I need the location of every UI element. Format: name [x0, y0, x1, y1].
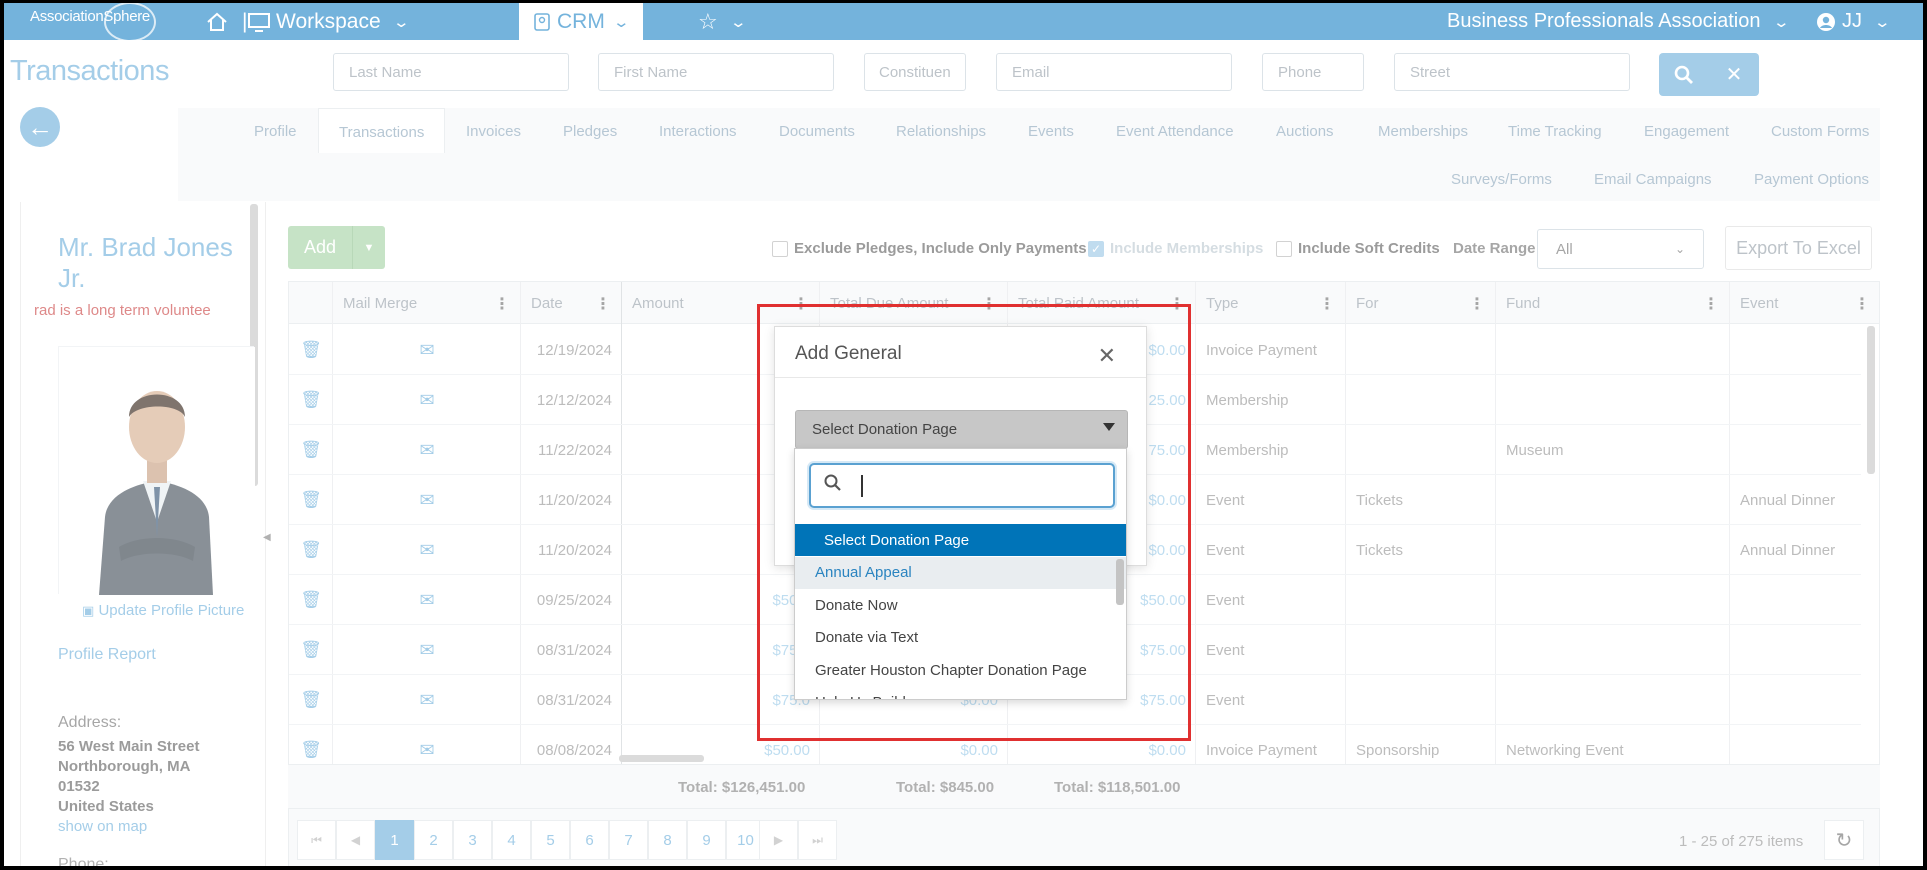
- chevron-down-icon: ⌄: [1771, 13, 1790, 31]
- user-initials: JJ: [1842, 10, 1862, 32]
- top-nav-bar: AssociationSphere | Workspace ⌄ CRM ⌄ ☆ …: [4, 2, 1923, 42]
- close-icon: ✕: [1097, 343, 1116, 368]
- dropdown-option[interactable]: Greater Houston Chapter Donation Page: [795, 654, 1126, 686]
- caret-down-icon: [1103, 423, 1115, 431]
- dropdown-option[interactable]: Annual Appeal: [795, 556, 1126, 589]
- donation-page-select[interactable]: Select Donation Page: [795, 410, 1128, 449]
- contact-card-icon: [534, 12, 550, 31]
- user-circle-icon: [1817, 12, 1835, 31]
- organization-name: Business Professionals Association: [1447, 10, 1761, 32]
- nav-divider: |: [242, 9, 248, 33]
- crm-menu[interactable]: CRM ⌄: [519, 3, 643, 40]
- home-icon: [207, 12, 227, 31]
- donation-page-select-value: Select Donation Page: [812, 421, 958, 438]
- user-menu[interactable]: JJ ⌄: [1816, 3, 1892, 40]
- chevron-down-icon: ⌄: [612, 13, 630, 31]
- dropdown-option[interactable]: Help Us Build: [795, 687, 1126, 699]
- dropdown-option[interactable]: Donate Now: [795, 589, 1126, 621]
- dialog-divider: [775, 377, 1146, 378]
- monitor-icon: [248, 12, 270, 32]
- dialog-title: Add General: [795, 343, 902, 364]
- logo-globe-icon: [104, 2, 156, 42]
- text-cursor: [861, 475, 863, 497]
- chevron-down-icon: ⌄: [729, 13, 747, 31]
- dropdown-scrollbar[interactable]: [1116, 559, 1124, 605]
- donation-page-dropdown-list: Select Donation Page Annual Appeal Donate …: [794, 448, 1127, 700]
- chevron-down-icon: ⌄: [392, 13, 410, 31]
- dropdown-option[interactable]: Donate via Text: [795, 622, 1126, 654]
- workspace-menu[interactable]: Workspace ⌄: [248, 3, 410, 40]
- workspace-label: Workspace: [276, 9, 381, 33]
- dropdown-option[interactable]: Select Donation Page: [795, 524, 1126, 556]
- close-dialog-button[interactable]: ✕: [1098, 343, 1116, 369]
- dropdown-search-input[interactable]: [809, 463, 1115, 508]
- star-icon: ☆: [698, 8, 718, 34]
- organization-menu[interactable]: Business Professionals Association ⌄: [1447, 3, 1790, 40]
- search-icon: [824, 474, 841, 491]
- favorites-menu[interactable]: ☆ ⌄: [698, 3, 747, 40]
- crm-label: CRM: [557, 9, 605, 33]
- chevron-down-icon: ⌄: [1873, 13, 1892, 31]
